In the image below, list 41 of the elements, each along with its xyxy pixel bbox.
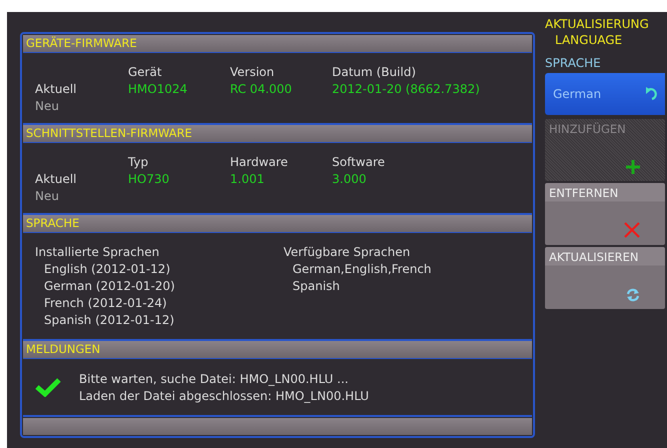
message-line: Bitte warten, suche Datei: HMO_LN00.HLU ... xyxy=(79,372,350,386)
menu-title: AKTUALISIERUNG xyxy=(545,16,650,32)
table-cell-text: 3.000 xyxy=(332,172,368,186)
language-entry: Spanish xyxy=(292,279,341,293)
message-line: Laden der Datei abgeschlossen: HMO_LN00.HLU xyxy=(79,388,369,402)
row-label: Aktuell xyxy=(35,82,78,96)
language-select-button[interactable]: German xyxy=(545,73,665,115)
table-cell-text: HMO1024 xyxy=(128,82,188,96)
column-heading: Typ xyxy=(128,155,150,169)
column-heading: Hardware xyxy=(230,155,289,169)
row-label: Neu xyxy=(35,99,60,113)
language-entry: Spanish (2012-01-12) xyxy=(43,313,176,327)
section-header: SCHNITTSTELLEN-FIRMWARE xyxy=(23,125,532,143)
column-heading: Version xyxy=(230,65,276,79)
section-header: SPRACHE xyxy=(23,215,532,233)
menu-button[interactable]: AKTUALISIEREN xyxy=(545,247,665,309)
menu-label: SPRACHE xyxy=(545,56,602,70)
checkmark-icon xyxy=(35,377,61,397)
column-heading: Gerät xyxy=(128,65,163,79)
language-entry: German,English,French xyxy=(292,262,432,276)
language-entry: French (2012-01-24) xyxy=(43,296,168,310)
column-heading: Software xyxy=(332,155,386,169)
menu-title: LANGUAGE xyxy=(554,32,624,48)
section-header: MELDUNGEN xyxy=(23,341,532,359)
column-heading: Datum (Build) xyxy=(332,65,417,79)
language-entry: German (2012-01-20) xyxy=(43,279,176,293)
table-cell-text: HO730 xyxy=(128,172,170,186)
section-header: GERÄTE-FIRMWARE xyxy=(23,35,532,53)
language-entry: English (2012-01-12) xyxy=(43,262,172,276)
refresh-icon xyxy=(625,287,641,303)
rotate-icon xyxy=(645,86,659,102)
table-cell-text: RC 04.000 xyxy=(230,82,293,96)
row-label: Aktuell xyxy=(35,172,78,186)
row-label: Neu xyxy=(35,189,60,203)
plus-icon xyxy=(625,159,641,175)
column-heading: Installierte Sprachen xyxy=(35,245,160,259)
menu-button[interactable]: ENTFERNEN xyxy=(545,183,665,245)
table-cell-text: 2012-01-20 (8662.7382) xyxy=(332,82,481,96)
column-heading: Verfügbare Sprachen xyxy=(284,245,412,259)
close-icon xyxy=(623,221,641,239)
table-cell-text: 1.001 xyxy=(230,172,266,186)
